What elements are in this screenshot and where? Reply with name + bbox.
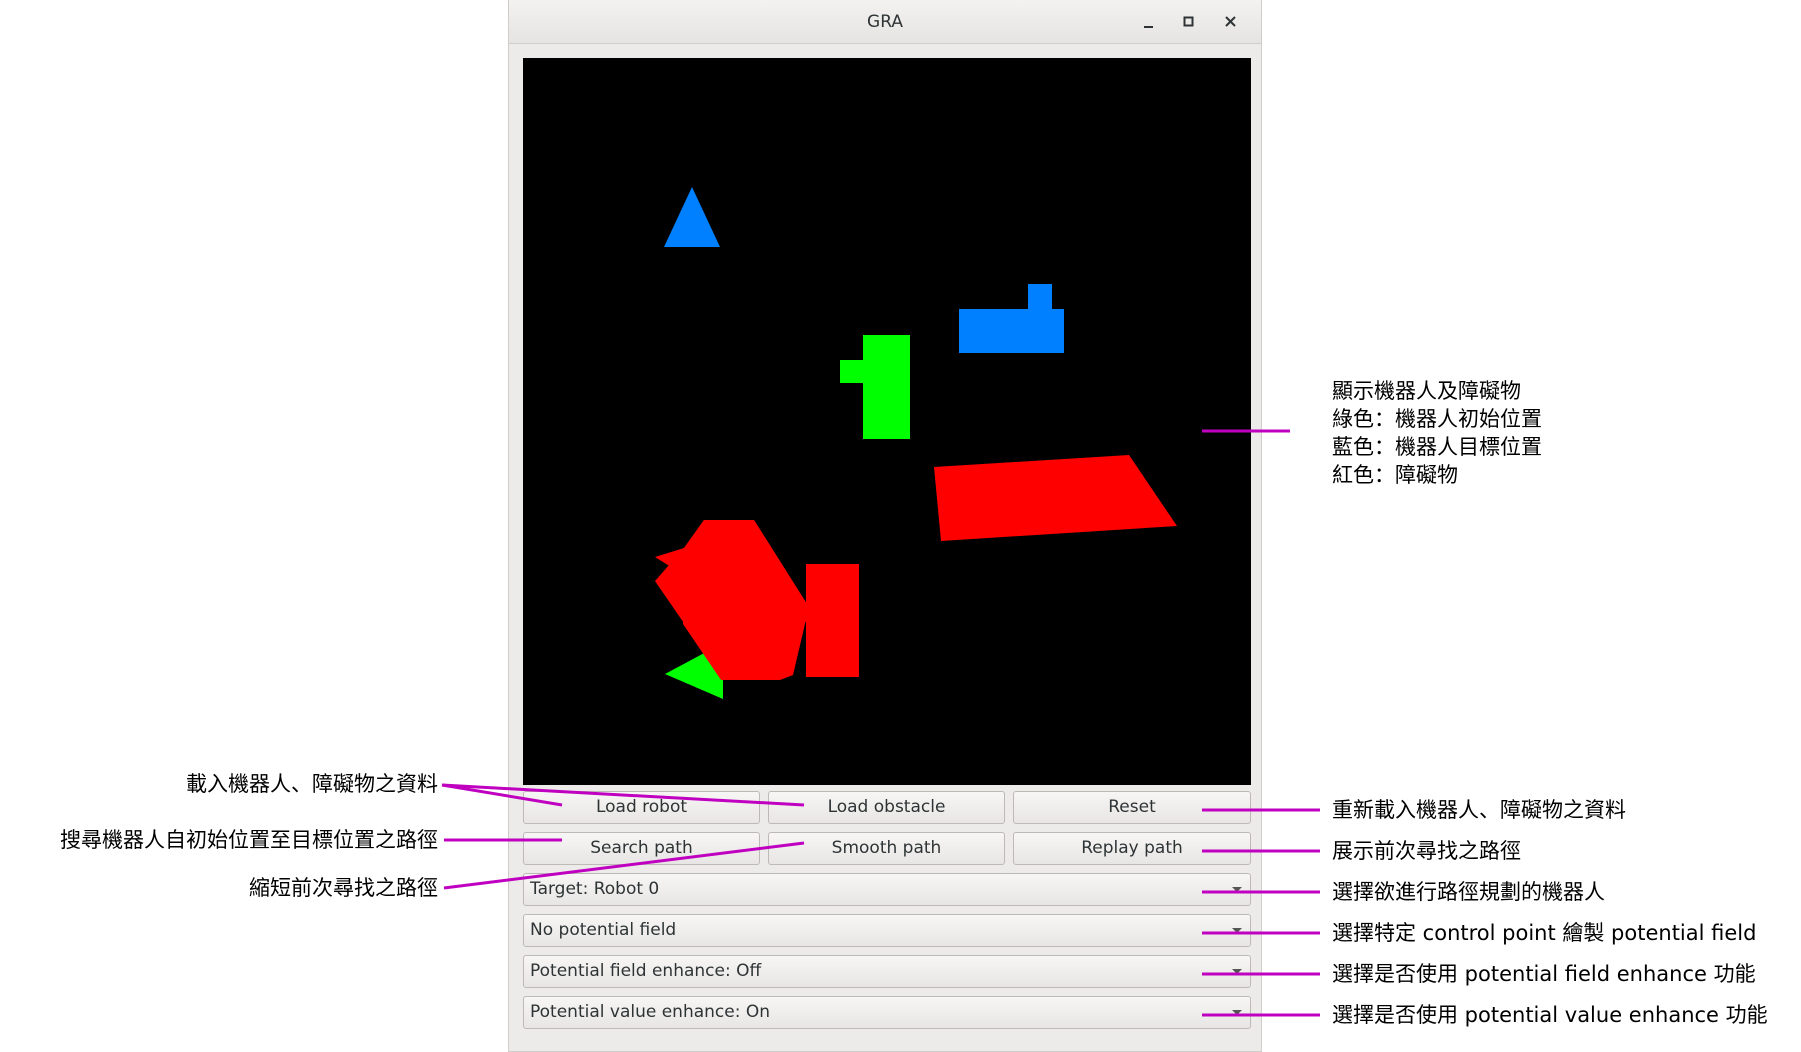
obstacle-rectangle — [806, 564, 859, 677]
robot-canvas[interactable] — [523, 58, 1251, 785]
chevron-down-icon — [1232, 1010, 1242, 1015]
annotation-search: 搜尋機器人自初始位置至目標位置之路徑 — [60, 828, 438, 852]
target-robot-select[interactable]: Target: Robot 0 — [523, 873, 1251, 906]
target-robot-value: Target: Robot 0 — [530, 879, 660, 899]
annotation-canvas: 顯示機器人及障礙物 綠色：機器人初始位置 藍色：機器人目標位置 紅色：障礙物 — [1332, 377, 1542, 489]
robot-goal-triangle — [664, 187, 720, 247]
maximize-icon[interactable] — [1177, 10, 1201, 34]
potential-field-select[interactable]: No potential field — [523, 914, 1251, 947]
potential-field-value: No potential field — [530, 920, 677, 940]
smooth-path-button[interactable]: Smooth path — [768, 832, 1005, 865]
title-bar[interactable]: GRA — [509, 0, 1261, 44]
annotation-replay: 展示前次尋找之路徑 — [1332, 839, 1521, 863]
close-icon[interactable] — [1219, 10, 1243, 34]
replay-path-button[interactable]: Replay path — [1013, 832, 1251, 865]
annotation-canvas-line-3: 藍色：機器人目標位置 — [1332, 435, 1542, 459]
annotation-canvas-line-1: 顯示機器人及障礙物 — [1332, 379, 1521, 403]
load-obstacle-button[interactable]: Load obstacle — [768, 791, 1005, 824]
obstacle-trapezoid — [934, 455, 1177, 541]
annotation-value-enhance: 選擇是否使用 potential value enhance 功能 — [1332, 1003, 1768, 1027]
minimize-icon[interactable] — [1137, 10, 1161, 34]
search-path-button[interactable]: Search path — [523, 832, 760, 865]
annotation-load: 載入機器人、障礙物之資料 — [186, 772, 438, 796]
chevron-down-icon — [1232, 969, 1242, 974]
robot-initial-block — [840, 335, 910, 439]
reset-button[interactable]: Reset — [1013, 791, 1251, 824]
app-window: GRA Load robot Load obstacle Reset Searc… — [508, 0, 1262, 1052]
robot-goal-block — [959, 284, 1064, 353]
annotation-target: 選擇欲進行路徑規劃的機器人 — [1332, 880, 1605, 904]
annotation-canvas-line-4: 紅色：障礙物 — [1332, 463, 1458, 487]
obstacle-hexagon-body — [655, 520, 809, 680]
field-enhance-select[interactable]: Potential field enhance: Off — [523, 955, 1251, 988]
annotation-canvas-line-2: 綠色：機器人初始位置 — [1332, 407, 1542, 431]
chevron-down-icon — [1232, 887, 1242, 892]
load-robot-button[interactable]: Load robot — [523, 791, 760, 824]
value-enhance-value: Potential value enhance: On — [530, 1002, 771, 1022]
annotation-smooth: 縮短前次尋找之路徑 — [249, 876, 438, 900]
annotation-potential-field: 選擇特定 control point 繪製 potential field — [1332, 921, 1757, 945]
chevron-down-icon — [1232, 928, 1242, 933]
annotation-field-enhance: 選擇是否使用 potential field enhance 功能 — [1332, 962, 1756, 986]
annotation-reset: 重新載入機器人、障礙物之資料 — [1332, 798, 1626, 822]
field-enhance-value: Potential field enhance: Off — [530, 961, 762, 981]
value-enhance-select[interactable]: Potential value enhance: On — [523, 996, 1251, 1029]
